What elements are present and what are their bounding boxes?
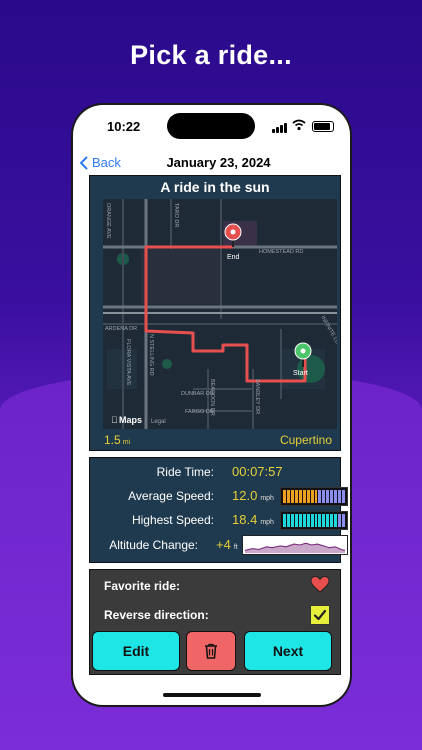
home-indicator xyxy=(163,693,261,697)
status-time: 10:22 xyxy=(107,119,141,134)
gauge-segment xyxy=(314,514,318,527)
route-map[interactable]: End Start HOMESTEAD RD N STELLING RD DUN… xyxy=(103,199,337,429)
street-label: DUNBAR DR xyxy=(181,391,214,397)
gauge-segment xyxy=(322,514,326,527)
city-name: Cupertino xyxy=(279,433,332,447)
page-title: January 23, 2024 xyxy=(166,155,271,170)
gauge-segment xyxy=(326,514,330,527)
ride-time-value: 00:07:57 xyxy=(232,464,283,479)
gauge-segment xyxy=(310,490,314,503)
reverse-label: Reverse direction: xyxy=(104,608,209,622)
gauge-segment xyxy=(283,490,286,503)
altitude-value: +4 ft xyxy=(216,537,238,552)
street-label: ORANGE AVE xyxy=(105,203,111,239)
gauge-segment xyxy=(318,514,322,527)
gauge-segment xyxy=(322,490,326,503)
stats-panel: Ride Time: 00:07:57 Average Speed: 12.0 m… xyxy=(89,457,348,563)
avg-speed-value: 12.0 mph xyxy=(232,488,274,503)
altitude-graph xyxy=(242,535,348,555)
phone-frame: 10:22 Back January 23, 2024 A ride in th… xyxy=(73,105,350,705)
reverse-checkbox[interactable] xyxy=(310,605,330,625)
next-button[interactable]: Next xyxy=(244,631,332,671)
status-bar: 10:22 xyxy=(73,105,350,145)
gauge-segment xyxy=(302,490,306,503)
gauge-segment xyxy=(338,514,342,527)
gauge-segment xyxy=(338,490,342,503)
street-label: FLORA VISTA AVE xyxy=(125,339,131,386)
heart-icon[interactable] xyxy=(310,575,330,595)
altitude-label: Altitude Change: xyxy=(109,538,198,552)
gauge-segment xyxy=(290,490,294,503)
street-label: BANDLEY DR xyxy=(254,379,260,414)
delete-button[interactable] xyxy=(186,631,236,671)
battery-icon xyxy=(312,121,334,132)
checkmark-icon xyxy=(313,609,327,621)
gauge-segment xyxy=(290,514,294,527)
dynamic-island xyxy=(167,113,255,139)
gauge-segment xyxy=(342,490,345,503)
distance: 1.5 mi xyxy=(104,433,131,447)
avg-speed-gauge xyxy=(280,487,348,506)
svg-text::  xyxy=(111,415,118,425)
ride-time-row: Ride Time: 00:07:57 xyxy=(90,462,340,482)
gauge-segment xyxy=(334,514,338,527)
street-label: HOMESTEAD RD xyxy=(259,249,303,255)
legal-link[interactable]: Legal xyxy=(151,419,166,425)
map-panel: A ride in the sun End Start HOMESTEAD RD… xyxy=(89,175,341,451)
gauge-segment xyxy=(298,490,302,503)
signal-icon xyxy=(272,123,288,133)
gauge-segment xyxy=(298,514,302,527)
highest-speed-gauge xyxy=(280,511,348,530)
navigation-bar: Back January 23, 2024 xyxy=(73,149,350,177)
street-label: TARO DR xyxy=(173,203,179,227)
gauge-segment xyxy=(318,490,322,503)
avg-speed-row: Average Speed: 12.0 mph xyxy=(90,486,348,506)
gauge-segment xyxy=(286,514,290,527)
headline: Pick a ride... xyxy=(130,40,292,70)
gauge-segment xyxy=(306,490,310,503)
altitude-row: Altitude Change: +4 ft xyxy=(90,535,348,555)
gauge-segment xyxy=(326,490,330,503)
trash-icon xyxy=(205,643,217,659)
gauge-segment xyxy=(302,514,306,527)
wifi-icon xyxy=(292,119,306,131)
end-label: End xyxy=(227,254,240,261)
gauge-segment xyxy=(310,514,314,527)
highest-speed-row: Highest Speed: 18.4 mph xyxy=(90,510,348,530)
ride-title: A ride in the sun xyxy=(160,179,270,195)
controls-panel: Favorite ride: Reverse direction: Edit N… xyxy=(89,569,341,675)
ride-time-label: Ride Time: xyxy=(156,465,214,479)
maps-attribution: Maps xyxy=(119,415,142,425)
gauge-segment xyxy=(294,490,298,503)
gauge-segment xyxy=(334,490,338,503)
avg-speed-label: Average Speed: xyxy=(128,489,214,503)
street-label: BEARDON DR xyxy=(209,379,215,416)
gauge-segment xyxy=(314,490,318,503)
gauge-segment xyxy=(342,514,345,527)
gauge-segment xyxy=(294,514,298,527)
gauge-segment xyxy=(330,514,334,527)
gauge-segment xyxy=(306,514,310,527)
gauge-segment xyxy=(283,514,286,527)
street-label: N STELLING RD xyxy=(148,334,154,376)
favorite-label: Favorite ride: xyxy=(104,579,181,593)
highest-speed-label: Highest Speed: xyxy=(131,513,214,527)
highest-speed-value: 18.4 mph xyxy=(232,512,274,527)
gauge-segment xyxy=(330,490,334,503)
start-label: Start xyxy=(293,370,308,377)
street-label: ARDENA DR xyxy=(105,326,137,332)
edit-button[interactable]: Edit xyxy=(92,631,180,671)
gauge-segment xyxy=(286,490,290,503)
